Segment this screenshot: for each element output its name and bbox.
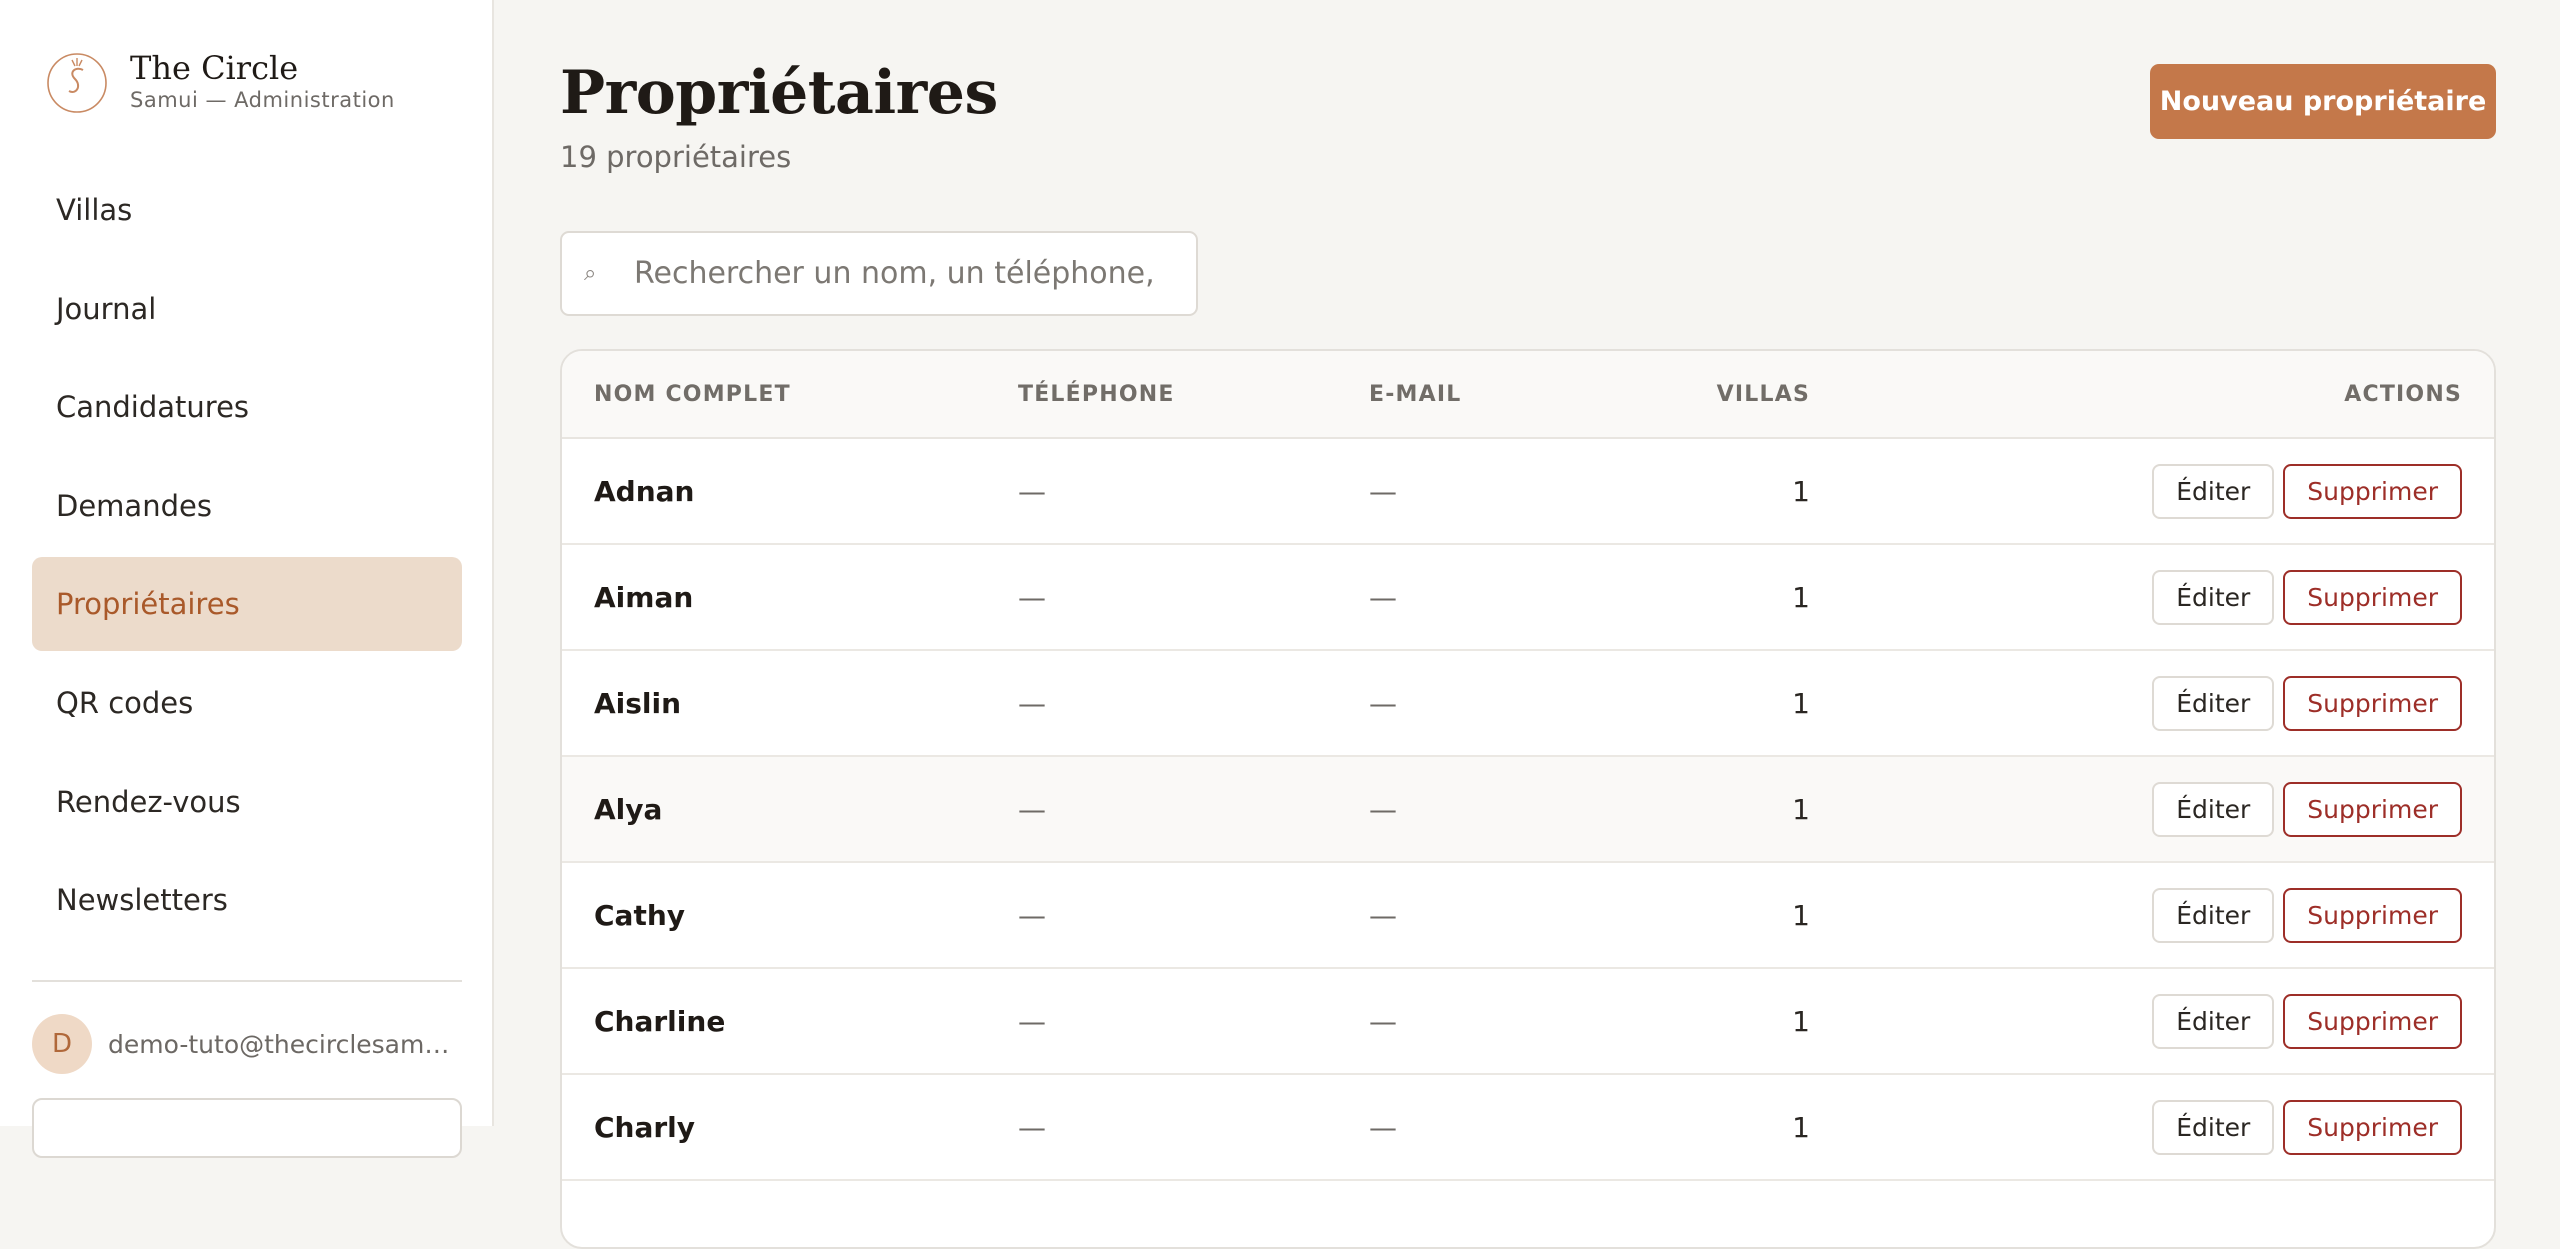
owner-phone: — (1018, 1004, 1046, 1038)
owner-villas: 1 (1792, 792, 1810, 826)
delete-button[interactable]: Supprimer (2283, 569, 2462, 625)
sidebar-item-villas[interactable]: Villas (32, 163, 462, 257)
table-row[interactable]: Charly — — 1 Éditer Supprimer (562, 1075, 2494, 1181)
edit-button[interactable]: Éditer (2152, 1099, 2275, 1155)
owner-email: — (1369, 1110, 1397, 1144)
sidebar-item-demandes[interactable]: Demandes (32, 459, 462, 553)
owner-name: Cathy (594, 898, 686, 932)
owner-count: 19 propriétaires (560, 140, 792, 174)
sidebar-item-proprietaires[interactable]: Propriétaires (32, 557, 462, 652)
search-input[interactable] (632, 255, 1156, 292)
user-email: demo-tuto@thecirclesamui.c... (108, 1029, 460, 1059)
sidebar-item-journal[interactable]: Journal (32, 262, 462, 356)
sidebar-divider (32, 980, 462, 982)
edit-button[interactable]: Éditer (2152, 781, 2275, 837)
owner-villas: 1 (1792, 474, 1810, 508)
owner-name: Adnan (594, 474, 695, 508)
row-actions: Éditer Supprimer (2152, 969, 2462, 1073)
page-title: Propriétaires (560, 58, 998, 128)
table-row[interactable]: Cathy — — 1 Éditer Supprimer (562, 863, 2494, 969)
owner-villas: 1 (1792, 1110, 1810, 1144)
column-header-email[interactable]: E-MAIL (1369, 351, 1461, 437)
edit-button[interactable]: Éditer (2152, 463, 2275, 519)
edit-button[interactable]: Éditer (2152, 993, 2275, 1049)
row-actions: Éditer Supprimer (2152, 651, 2462, 755)
delete-button[interactable]: Supprimer (2283, 781, 2462, 837)
column-header-villas[interactable]: VILLAS (1717, 351, 1810, 437)
owner-phone: — (1018, 792, 1046, 826)
delete-button[interactable]: Supprimer (2283, 887, 2462, 943)
brand[interactable]: The Circle Samui — Administration (46, 46, 395, 116)
owner-phone: — (1018, 898, 1046, 932)
sidebar-item-qr-codes[interactable]: QR codes (32, 656, 462, 750)
sidebar-item-candidatures[interactable]: Candidatures (32, 360, 462, 454)
table-header: NOM COMPLET TÉLÉPHONE E-MAIL VILLAS ACTI… (562, 351, 2494, 439)
owner-phone: — (1018, 686, 1046, 720)
delete-button[interactable]: Supprimer (2283, 1099, 2462, 1155)
circle-logo-icon (47, 53, 107, 113)
owners-table: NOM COMPLET TÉLÉPHONE E-MAIL VILLAS ACTI… (560, 349, 2496, 1249)
row-actions: Éditer Supprimer (2152, 757, 2462, 861)
new-owner-button[interactable]: Nouveau propriétaire (2150, 64, 2496, 139)
table-row[interactable]: Aiman — — 1 Éditer Supprimer (562, 545, 2494, 651)
sidebar-bottom-button[interactable] (32, 1098, 462, 1158)
column-header-phone[interactable]: TÉLÉPHONE (1018, 351, 1175, 437)
owner-name: Aiman (594, 580, 694, 614)
row-actions: Éditer Supprimer (2152, 863, 2462, 967)
owner-villas: 1 (1792, 1004, 1810, 1038)
owner-villas: 1 (1792, 898, 1810, 932)
owner-phone: — (1018, 1110, 1046, 1144)
search-box[interactable]: ⌕ (560, 231, 1198, 316)
owner-email: — (1369, 686, 1397, 720)
owner-name: Aislin (594, 686, 682, 720)
owner-email: — (1369, 580, 1397, 614)
table-row[interactable]: Charline — — 1 Éditer Supprimer (562, 969, 2494, 1075)
owner-email: — (1369, 792, 1397, 826)
delete-button[interactable]: Supprimer (2283, 675, 2462, 731)
edit-button[interactable]: Éditer (2152, 887, 2275, 943)
main-content: Propriétaires 19 propriétaires Nouveau p… (494, 0, 2560, 1249)
row-actions: Éditer Supprimer (2152, 439, 2462, 543)
search-icon: ⌕ (584, 261, 597, 286)
sidebar-nav: Villas Journal Candidatures Demandes Pro… (32, 163, 462, 952)
table-row[interactable]: Aislin — — 1 Éditer Supprimer (562, 651, 2494, 757)
table-row[interactable]: Adnan — — 1 Éditer Supprimer (562, 439, 2494, 545)
owner-name: Charline (594, 1004, 726, 1038)
row-actions: Éditer Supprimer (2152, 545, 2462, 649)
owner-villas: 1 (1792, 686, 1810, 720)
brand-title: The Circle (130, 49, 299, 87)
edit-button[interactable]: Éditer (2152, 569, 2275, 625)
row-actions: Éditer Supprimer (2152, 1075, 2462, 1179)
owner-email: — (1369, 474, 1397, 508)
sidebar-item-rendez-vous[interactable]: Rendez-vous (32, 755, 462, 849)
owner-phone: — (1018, 580, 1046, 614)
brand-subtitle: Samui — Administration (130, 88, 395, 112)
avatar: D (32, 1014, 92, 1074)
delete-button[interactable]: Supprimer (2283, 463, 2462, 519)
owner-name: Alya (594, 792, 663, 826)
column-header-name[interactable]: NOM COMPLET (594, 351, 791, 437)
edit-button[interactable]: Éditer (2152, 675, 2275, 731)
sidebar: The Circle Samui — Administration Villas… (0, 0, 494, 1158)
owner-villas: 1 (1792, 580, 1810, 614)
column-header-actions: ACTIONS (2344, 381, 2462, 407)
owner-email: — (1369, 1004, 1397, 1038)
owner-name: Charly (594, 1110, 696, 1144)
user-account[interactable]: D demo-tuto@thecirclesamui.c... (32, 1014, 460, 1074)
owner-email: — (1369, 898, 1397, 932)
delete-button[interactable]: Supprimer (2283, 993, 2462, 1049)
owner-phone: — (1018, 474, 1046, 508)
table-row[interactable]: Alya — — 1 Éditer Supprimer (562, 757, 2494, 863)
sidebar-item-newsletters[interactable]: Newsletters (32, 853, 462, 947)
